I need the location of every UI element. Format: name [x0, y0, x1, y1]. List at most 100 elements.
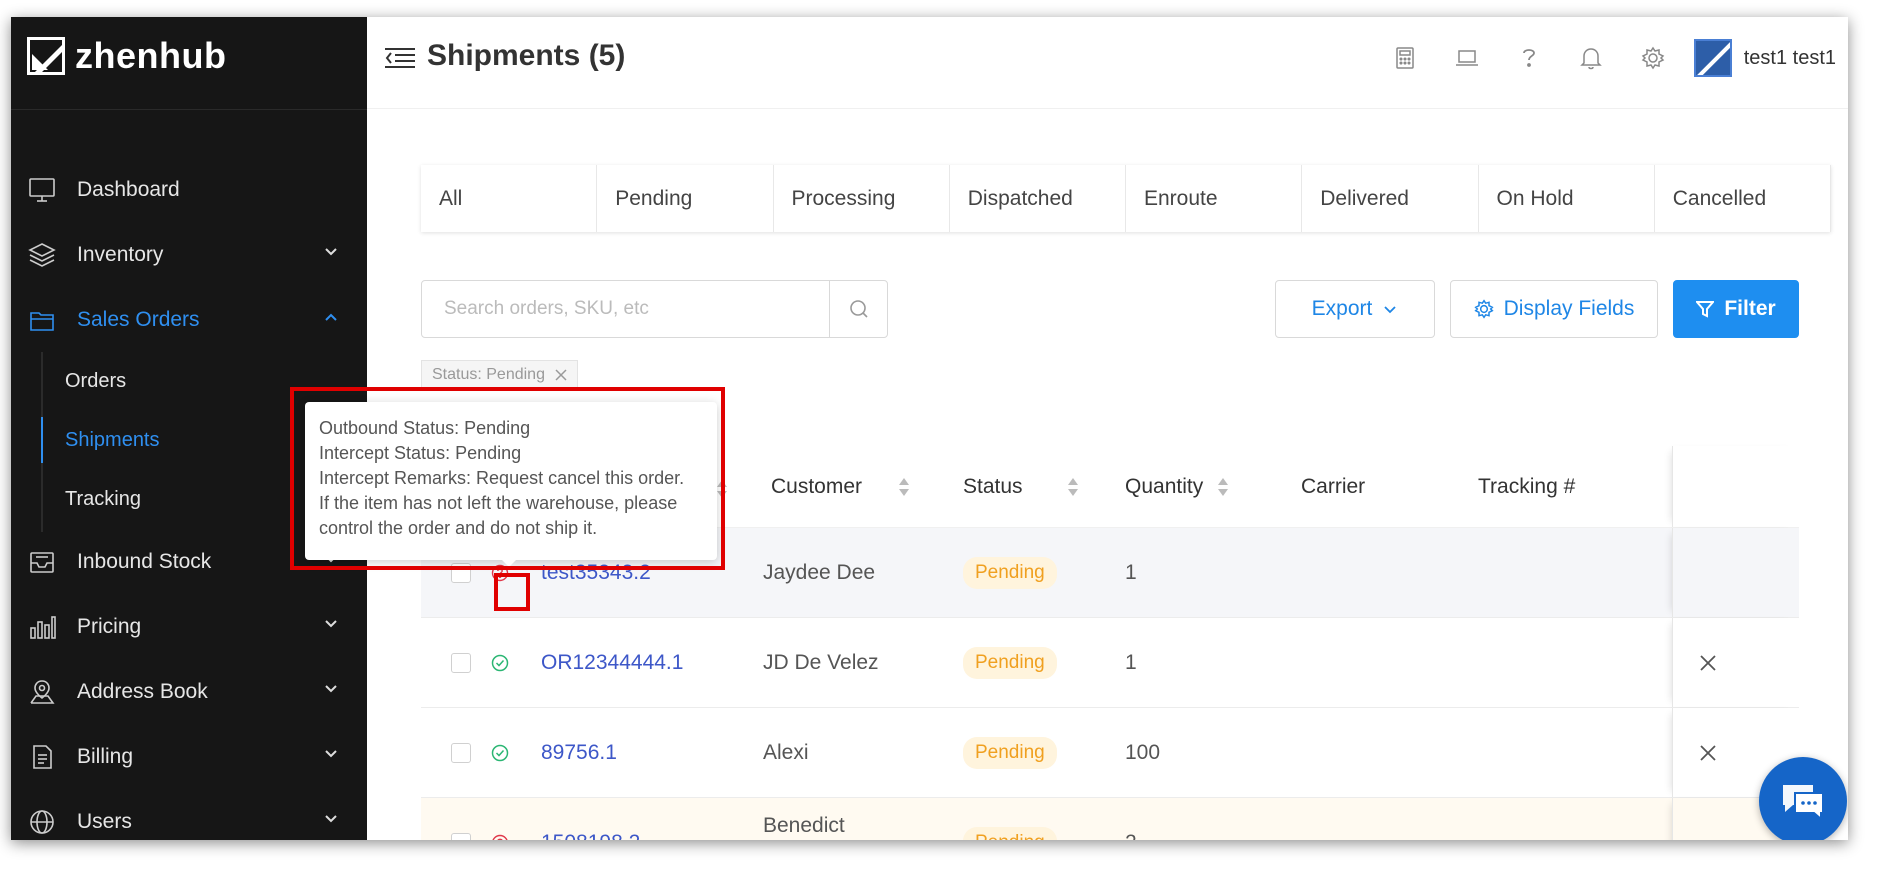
close-icon[interactable]	[1699, 654, 1717, 672]
actions-cell	[1672, 618, 1799, 707]
search-box	[421, 280, 888, 338]
tab-processing[interactable]: Processing	[774, 165, 950, 232]
brand-logo[interactable]: zhenhub	[27, 31, 226, 81]
sidebar-item-label: Inbound Stock	[77, 549, 212, 573]
filter-button[interactable]: Filter	[1673, 280, 1799, 338]
check-circle-icon[interactable]	[490, 743, 510, 763]
sidebar-item-label: Address Book	[77, 679, 208, 703]
tab-enroute[interactable]: Enroute	[1126, 165, 1303, 232]
help-icon[interactable]	[1498, 35, 1560, 81]
sidebar-item-inventory[interactable]: Inventory	[11, 222, 367, 287]
tab-on-hold[interactable]: On Hold	[1479, 165, 1655, 232]
chevron-down-icon[interactable]	[323, 244, 339, 260]
column-header-customer[interactable]: Customer	[771, 475, 910, 499]
status-badge: Pending	[963, 827, 1057, 840]
order-number-link[interactable]: 1508198.2	[541, 831, 640, 840]
filter-button-label: Filter	[1724, 297, 1776, 320]
tab-delivered[interactable]: Delivered	[1302, 165, 1479, 232]
sidebar-item-address-book[interactable]: Address Book	[11, 659, 367, 724]
sidebar-item-dashboard[interactable]: Dashboard	[11, 157, 367, 222]
actions-cell	[1672, 528, 1799, 617]
row-checkbox[interactable]	[451, 833, 471, 840]
actions-column	[1672, 446, 1799, 527]
sidebar-item-label: Inventory	[77, 242, 164, 266]
display-fields-button[interactable]: Display Fields	[1450, 280, 1658, 338]
search-button[interactable]	[829, 281, 887, 337]
status-badge: Pending	[963, 736, 1057, 769]
quantity-cell: 1	[1125, 650, 1137, 674]
close-icon[interactable]	[1699, 744, 1717, 762]
user-name[interactable]: test1 test1	[1744, 47, 1836, 70]
quantity-cell: 100	[1125, 740, 1161, 764]
chevron-down-icon[interactable]	[323, 681, 339, 697]
chevron-down-icon	[1384, 306, 1396, 314]
sidebar-item-sales-orders[interactable]: Sales Orders	[11, 287, 367, 352]
chevron-down-icon[interactable]	[323, 811, 339, 827]
header-actions: test1 test1	[1374, 35, 1836, 81]
question-circle-icon[interactable]	[490, 833, 510, 840]
sidebar-item-label: Dashboard	[77, 177, 180, 201]
top-header: Shipments (5) test1 test1	[367, 17, 1848, 109]
bell-icon[interactable]	[1560, 35, 1622, 81]
logo-mark-icon	[27, 37, 65, 75]
check-circle-icon[interactable]	[490, 653, 510, 673]
status-badge: Pending	[963, 646, 1057, 679]
layers-icon	[25, 238, 59, 272]
inbox-icon	[25, 545, 59, 579]
column-label: Status	[963, 474, 1023, 498]
sidebar-item-label: Sales Orders	[77, 307, 200, 331]
sidebar-subitem-label: Tracking	[65, 488, 141, 510]
laptop-icon[interactable]	[1436, 35, 1498, 81]
order-number-link[interactable]: 89756.1	[541, 741, 617, 765]
customer-cell: Jaydee Dee	[763, 560, 876, 584]
customer-cell: Benedict	[763, 814, 845, 837]
active-filter-tag: Status: Pending	[421, 360, 578, 390]
tab-all[interactable]: All	[421, 165, 598, 232]
chevron-down-icon[interactable]	[323, 746, 339, 762]
column-label: Tracking #	[1478, 474, 1576, 498]
tab-dispatched[interactable]: Dispatched	[950, 165, 1126, 232]
table-row[interactable]: 1508198.2 Benedict Pending 2	[421, 798, 1799, 840]
export-button-label: Export	[1311, 297, 1373, 320]
quantity-cell: 2	[1125, 831, 1137, 840]
row-checkbox[interactable]	[451, 652, 471, 673]
sidebar-subitem-label: Orders	[65, 370, 127, 392]
column-header-status[interactable]: Status	[963, 475, 1079, 499]
avatar[interactable]	[1693, 39, 1732, 77]
sidebar-item-users[interactable]: Users	[11, 789, 367, 840]
order-number-link[interactable]: OR12344444.1	[541, 651, 683, 675]
column-header-carrier: Carrier	[1301, 475, 1365, 499]
sidebar-item-billing[interactable]: Billing	[11, 724, 367, 789]
status-badge: Pending	[963, 556, 1057, 589]
customer-cell: JD De Velez	[763, 650, 879, 674]
close-icon[interactable]	[555, 369, 567, 381]
status-tabs: All Pending Processing Dispatched Enrout…	[421, 165, 1831, 232]
gear-icon[interactable]	[1622, 35, 1684, 81]
menu-fold-icon[interactable]	[385, 47, 415, 74]
app-window: zhenhub Dashboard Inventory Sales Orders…	[11, 17, 1848, 840]
tab-pending[interactable]: Pending	[597, 165, 774, 232]
row-checkbox[interactable]	[451, 742, 471, 763]
sidebar-subitem-label: Shipments	[65, 429, 160, 451]
sidebar-item-label: Billing	[77, 744, 134, 768]
sidebar-divider	[11, 109, 367, 110]
tab-cancelled[interactable]: Cancelled	[1655, 165, 1831, 232]
annotation-highlight-tooltip	[290, 387, 725, 570]
table-row[interactable]: 89756.1 Alexi Pending 100	[421, 708, 1799, 798]
chat-button[interactable]	[1759, 757, 1847, 840]
chevron-down-icon[interactable]	[323, 616, 339, 632]
chevron-up-icon[interactable]	[323, 309, 339, 325]
chat-bubble-icon	[1783, 785, 1824, 821]
export-button[interactable]: Export	[1275, 280, 1435, 338]
table-row[interactable]: OR12344444.1 JD De Velez Pending 1	[421, 618, 1799, 708]
calculator-icon[interactable]	[1374, 35, 1436, 81]
search-input[interactable]	[422, 281, 829, 337]
gear-icon	[1474, 299, 1494, 319]
column-label: Customer	[771, 474, 863, 498]
sort-icon	[899, 477, 910, 496]
sidebar-item-label: Users	[77, 809, 132, 833]
annotation-highlight-icon	[494, 573, 530, 611]
monitor-icon	[25, 173, 59, 207]
column-header-quantity[interactable]: Quantity	[1125, 475, 1229, 499]
sidebar-item-pricing[interactable]: Pricing	[11, 594, 367, 659]
